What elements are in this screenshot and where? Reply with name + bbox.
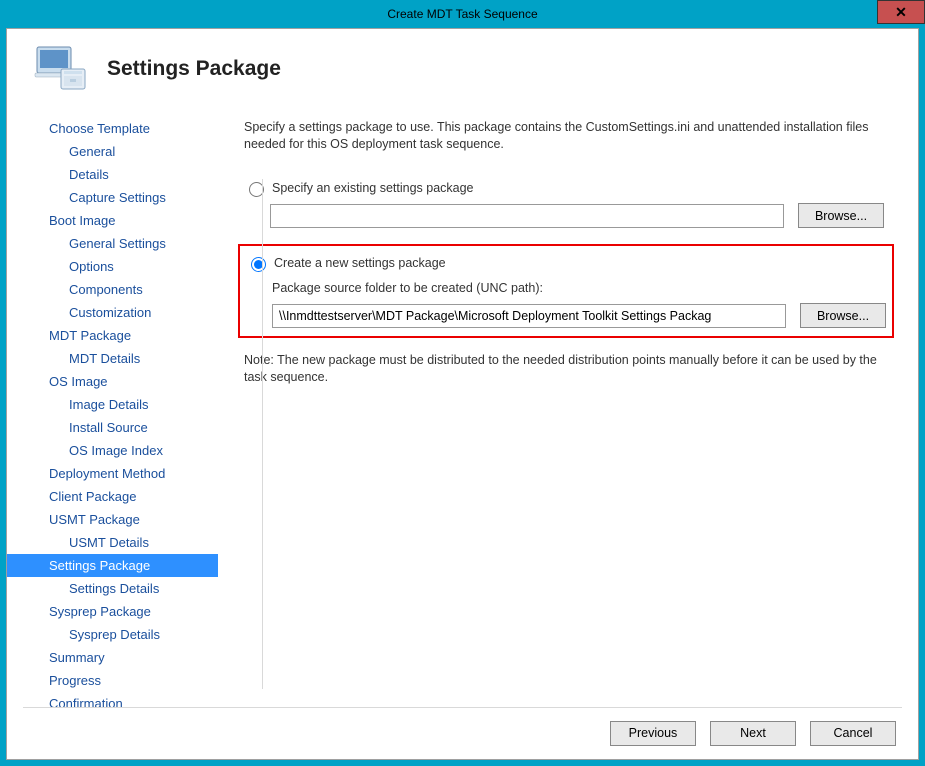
radio-create-new[interactable] (251, 257, 266, 272)
sidebar-item-boot-image[interactable]: Boot Image (7, 209, 218, 232)
sidebar-item-general[interactable]: General (7, 140, 218, 163)
wizard-footer: Previous Next Cancel (7, 707, 918, 759)
horizontal-divider (23, 707, 902, 708)
sidebar-item-settings-package[interactable]: Settings Package (7, 554, 218, 577)
label-create-new[interactable]: Create a new settings package (274, 255, 446, 272)
close-icon: ✕ (895, 4, 907, 21)
sidebar-item-capture-settings[interactable]: Capture Settings (7, 186, 218, 209)
sidebar-item-image-details[interactable]: Image Details (7, 393, 218, 416)
previous-button[interactable]: Previous (610, 721, 696, 746)
wizard-header: Settings Package (7, 29, 918, 113)
sidebar-item-settings-details[interactable]: Settings Details (7, 577, 218, 600)
cancel-button[interactable]: Cancel (810, 721, 896, 746)
sidebar-item-sysprep-details[interactable]: Sysprep Details (7, 623, 218, 646)
sidebar-item-mdt-details[interactable]: MDT Details (7, 347, 218, 370)
label-specify-existing[interactable]: Specify an existing settings package (272, 180, 474, 197)
vertical-divider (262, 179, 263, 689)
close-button[interactable]: ✕ (877, 0, 925, 24)
wizard-steps-sidebar: Choose TemplateGeneralDetailsCapture Set… (7, 113, 218, 705)
sidebar-item-summary[interactable]: Summary (7, 646, 218, 669)
sidebar-item-usmt-package[interactable]: USMT Package (7, 508, 218, 531)
sidebar-item-client-package[interactable]: Client Package (7, 485, 218, 508)
sidebar-item-choose-template[interactable]: Choose Template (7, 117, 218, 140)
existing-package-input (270, 204, 784, 228)
sidebar-item-options[interactable]: Options (7, 255, 218, 278)
sidebar-item-customization[interactable]: Customization (7, 301, 218, 324)
titlebar: Create MDT Task Sequence ✕ (0, 0, 925, 28)
sidebar-item-os-image[interactable]: OS Image (7, 370, 218, 393)
sidebar-item-usmt-details[interactable]: USMT Details (7, 531, 218, 554)
sidebar-item-progress[interactable]: Progress (7, 669, 218, 692)
sidebar-item-components[interactable]: Components (7, 278, 218, 301)
next-button[interactable]: Next (710, 721, 796, 746)
sidebar-item-details[interactable]: Details (7, 163, 218, 186)
sidebar-item-install-source[interactable]: Install Source (7, 416, 218, 439)
unc-path-input[interactable] (272, 304, 786, 328)
browse-create-button[interactable]: Browse... (800, 303, 886, 328)
sidebar-item-mdt-package[interactable]: MDT Package (7, 324, 218, 347)
create-package-highlight: Create a new settings package Package so… (238, 244, 894, 338)
page-title: Settings Package (107, 57, 281, 81)
sidebar-item-general-settings[interactable]: General Settings (7, 232, 218, 255)
browse-existing-button[interactable]: Browse... (798, 203, 884, 228)
computer-icon (31, 43, 89, 95)
note-text: Note: The new package must be distribute… (244, 352, 888, 386)
sidebar-item-deployment-method[interactable]: Deployment Method (7, 462, 218, 485)
sidebar-item-sysprep-package[interactable]: Sysprep Package (7, 600, 218, 623)
unc-path-label: Package source folder to be created (UNC… (272, 280, 886, 297)
sidebar-item-os-image-index[interactable]: OS Image Index (7, 439, 218, 462)
window-title: Create MDT Task Sequence (387, 7, 537, 21)
description-text: Specify a settings package to use. This … (244, 119, 888, 153)
